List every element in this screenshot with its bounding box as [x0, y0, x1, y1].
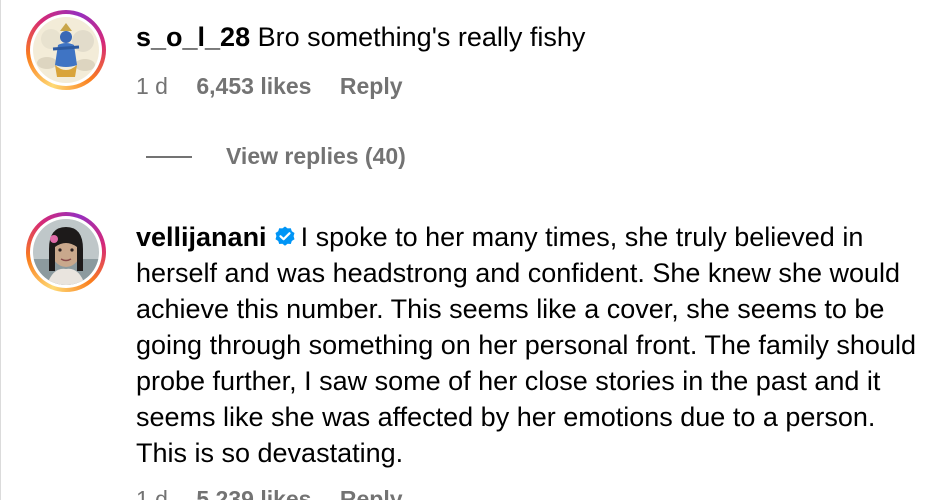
- likes-count[interactable]: 6,453 likes: [196, 73, 311, 99]
- comment-text: Bro something's really fishy: [257, 22, 586, 52]
- view-replies-label: View replies (40): [226, 143, 406, 169]
- comment-meta: 1 d 6,453 likes Reply: [136, 73, 425, 100]
- comment-text: I spoke to her many times, she truly bel…: [136, 222, 916, 468]
- timestamp[interactable]: 1 d: [136, 486, 168, 500]
- timestamp[interactable]: 1 d: [136, 73, 168, 99]
- avatar-image: [33, 17, 99, 83]
- avatar-image: [33, 219, 99, 285]
- username[interactable]: s_o_l_28: [136, 22, 250, 52]
- replies-line: [146, 155, 192, 158]
- avatar[interactable]: [26, 10, 106, 90]
- reply-button[interactable]: Reply: [340, 486, 403, 500]
- likes-count[interactable]: 5,239 likes: [196, 486, 311, 500]
- view-replies-button[interactable]: View replies (40): [146, 143, 406, 170]
- comment-meta: 1 d 5,239 likes Reply: [136, 486, 425, 500]
- username[interactable]: vellijanani: [136, 222, 267, 252]
- reply-button[interactable]: Reply: [340, 73, 403, 99]
- verified-badge-icon: [273, 222, 297, 246]
- comments-section: s_o_l_28 Bro something's really fishy 1 …: [0, 0, 942, 500]
- comment-body: vellijanani I spoke to her many times, sh…: [136, 219, 926, 471]
- avatar[interactable]: [26, 212, 106, 292]
- left-divider: [0, 0, 1, 500]
- comment-body: s_o_l_28 Bro something's really fishy: [136, 19, 926, 55]
